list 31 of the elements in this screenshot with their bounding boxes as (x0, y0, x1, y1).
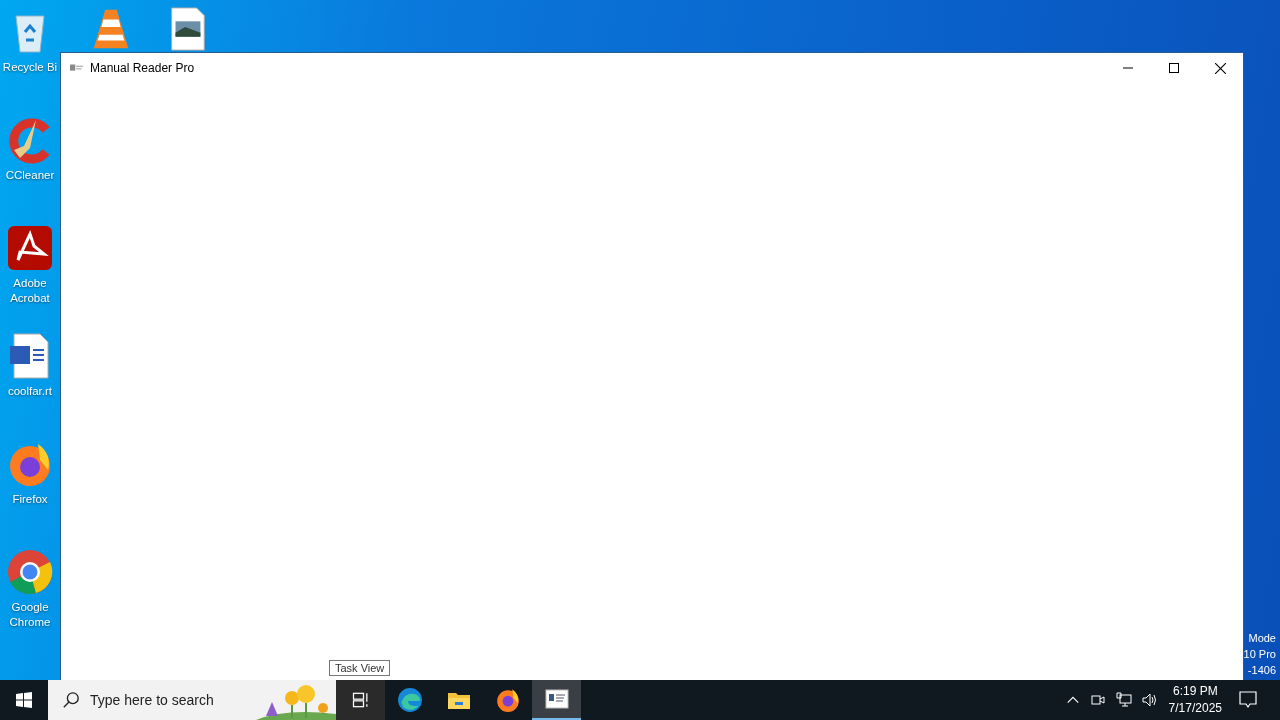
icon-label[interactable]: coolfar.rt (7, 384, 53, 399)
notification-icon[interactable] (1238, 690, 1258, 710)
pdf-icon[interactable] (6, 224, 54, 272)
clock-date[interactable]: 7/17/2025 (1168, 700, 1222, 717)
icon-label[interactable]: Adobe Acrobat (1, 276, 59, 306)
network-icon[interactable] (1115, 692, 1132, 708)
icon-label[interactable]: Recycle Bi (2, 60, 58, 75)
icon-label[interactable]: CCleaner (5, 168, 55, 183)
browser-icon (396, 687, 423, 713)
browser-icon[interactable] (6, 548, 54, 596)
tooltip: Task View (329, 660, 391, 676)
task-view-button[interactable] (336, 680, 385, 720)
windows-logo-icon (16, 692, 32, 708)
search-icon (62, 691, 80, 709)
search-box[interactable]: Type here to search (48, 680, 336, 720)
system-info-text: -1406 (1247, 663, 1276, 678)
window-title: Manual Reader Pro (90, 61, 195, 75)
volume-icon[interactable] (1141, 692, 1158, 708)
system-info-text: Mode (1248, 631, 1276, 646)
icon-label[interactable]: Firefox (12, 492, 48, 507)
taskbar-app-button[interactable] (532, 680, 581, 720)
system-info-text: 10 Pro (1243, 647, 1276, 662)
icon-label[interactable]: Google Chrome (1, 600, 59, 630)
search-field[interactable]: Type here to search (88, 691, 262, 709)
app-icon (544, 687, 569, 711)
app-icon (70, 63, 84, 73)
clock-time[interactable]: 6:19 PM (1172, 683, 1218, 700)
camera-icon[interactable] (1089, 692, 1106, 708)
browser-icon (494, 687, 521, 713)
close-icon (1214, 62, 1226, 74)
maximize-icon (1169, 63, 1179, 73)
